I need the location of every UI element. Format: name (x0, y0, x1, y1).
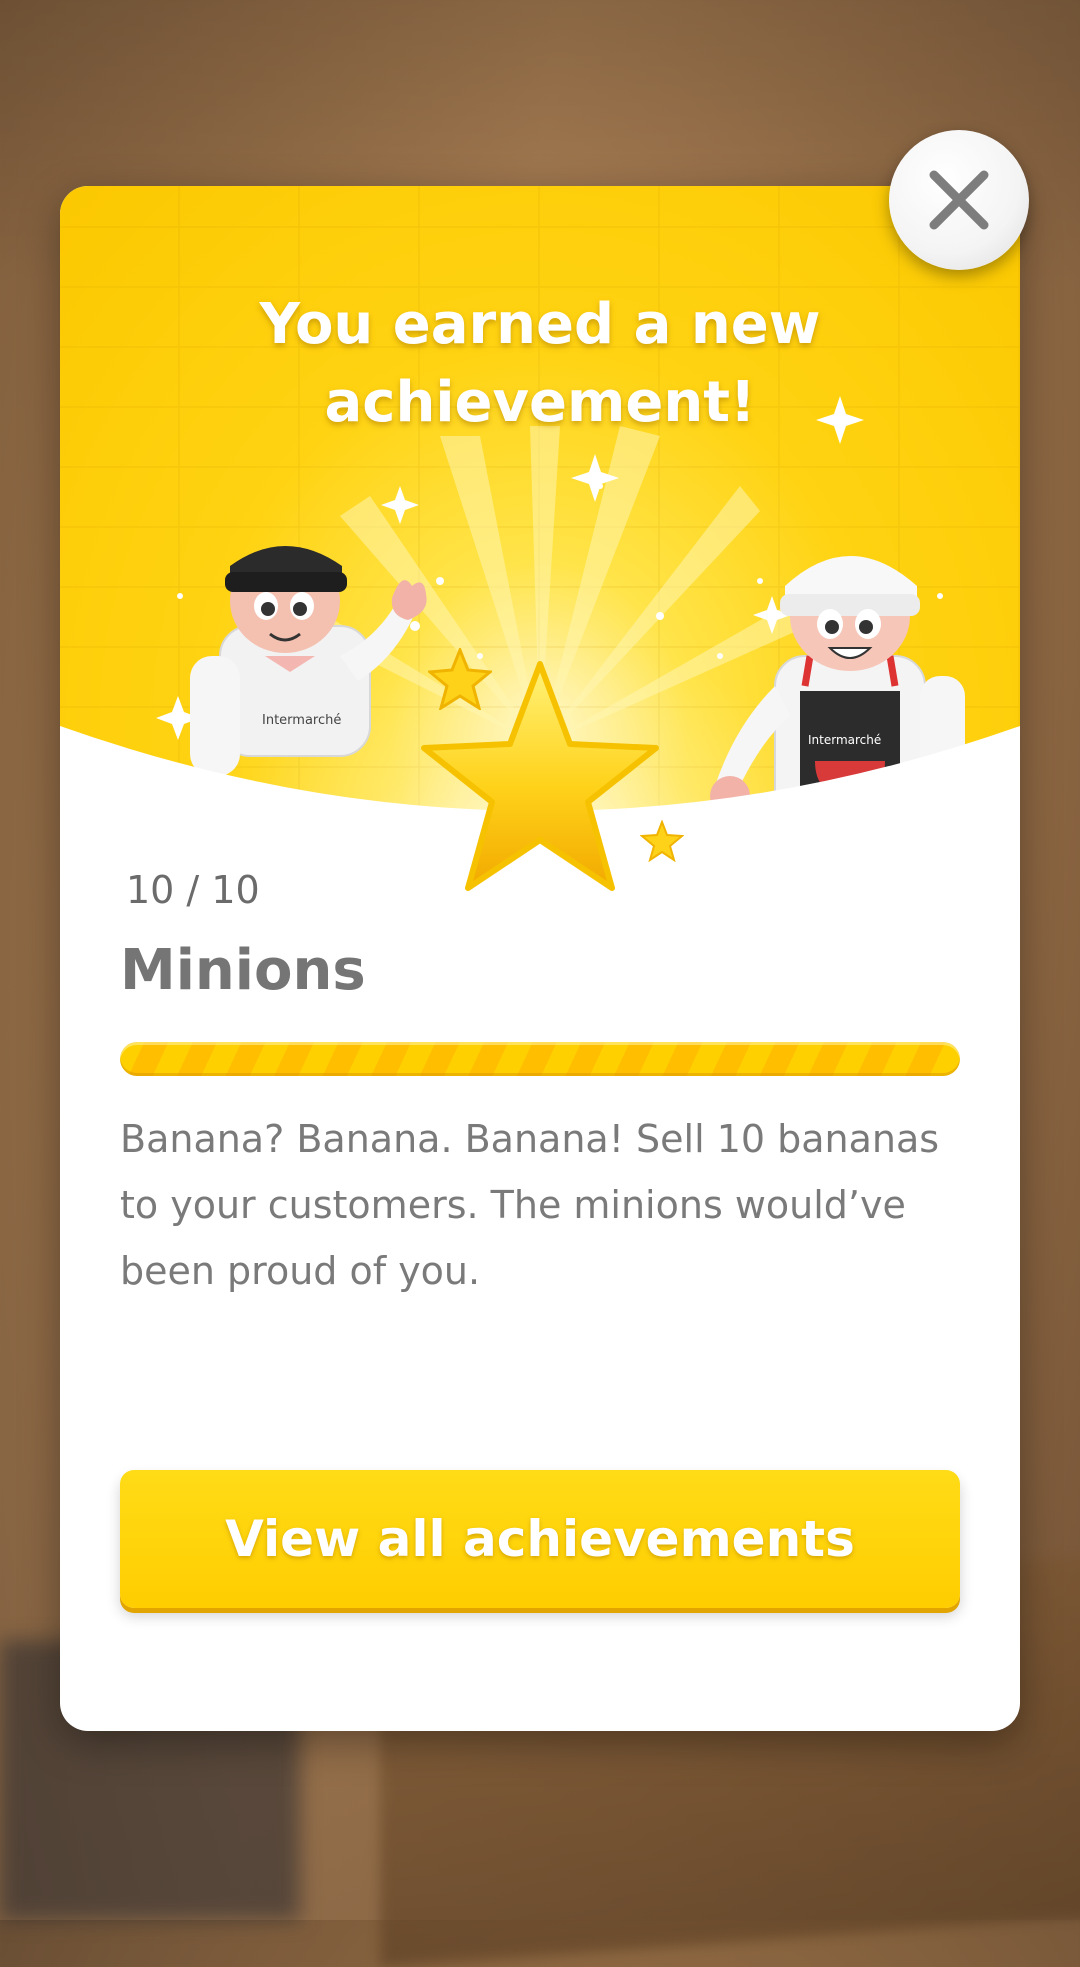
achievement-headline: You earned a new achievement! (259, 292, 821, 435)
view-all-achievements-button[interactable]: View all achievements (120, 1470, 960, 1608)
small-star-icon (428, 648, 492, 710)
close-icon (929, 170, 989, 230)
achievement-progress-fill (120, 1042, 960, 1076)
small-star-icon (640, 820, 684, 862)
achievement-progress-count: 10 / 10 (126, 868, 260, 912)
close-button[interactable] (889, 130, 1029, 270)
achievement-progress-bar (120, 1042, 960, 1076)
achievement-modal: You earned a new achievement! Intermarch… (60, 186, 1020, 1731)
achievement-description: Banana? Banana. Banana! Sell 10 bananas … (120, 1117, 940, 1293)
achievement-title: Minions (120, 938, 366, 1003)
